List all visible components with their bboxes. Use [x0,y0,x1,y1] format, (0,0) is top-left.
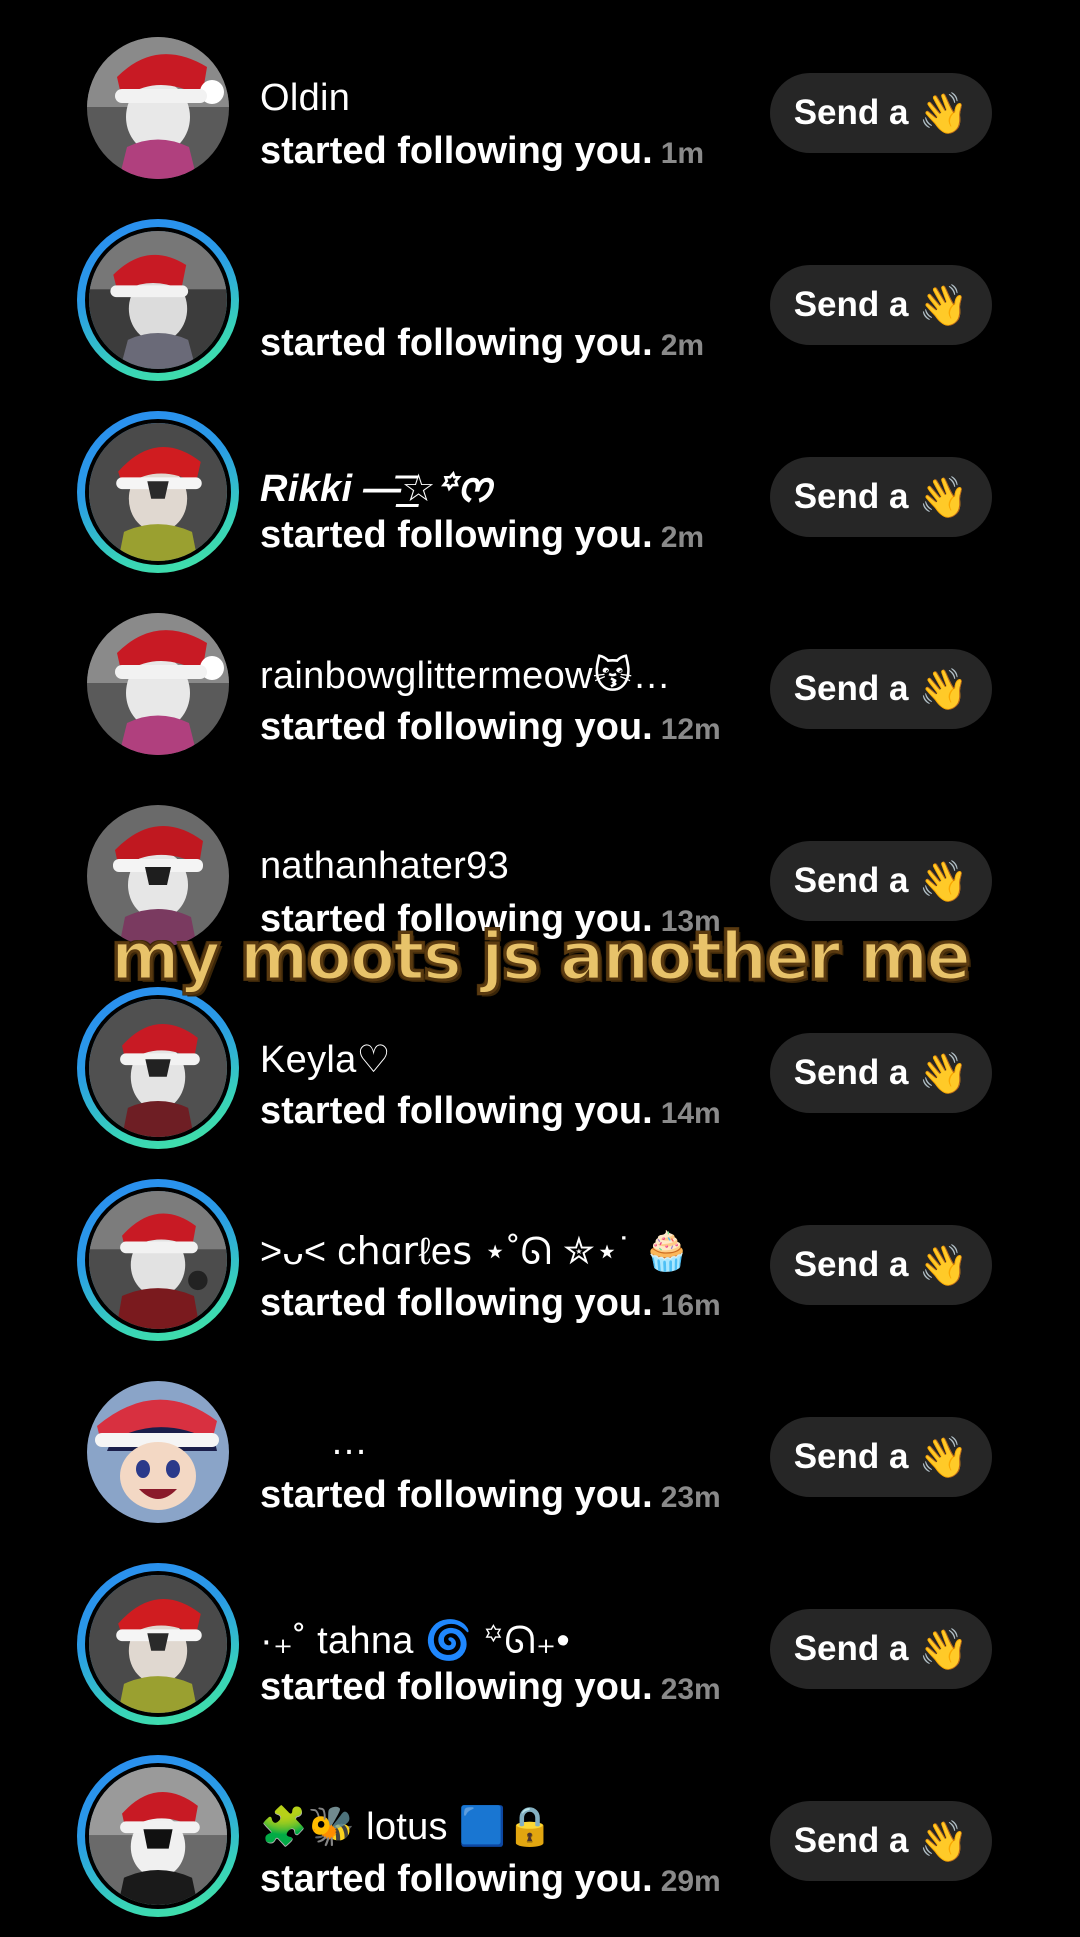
send-wave-button[interactable]: Send a 👋 [770,265,992,345]
username[interactable]: Rikki —͟͞͞☆꙳ᰔ [260,461,493,519]
username[interactable]: nathanhater93 [260,845,509,888]
waving-hand-icon: 👋 [918,90,969,137]
avatar[interactable] [87,613,229,755]
follow-action-text: started following you. 23m [260,1666,721,1708]
notification-row[interactable]: started following you. 2m Send a 👋 [0,209,1080,401]
username[interactable]: rainbowglittermeow😽… [260,653,671,698]
avatar-story-ring[interactable] [77,1179,239,1341]
avatar-story-ring[interactable] [77,219,239,381]
profile-picture[interactable] [85,227,231,373]
avatar[interactable] [87,37,229,179]
timestamp: 2m [660,521,705,554]
send-wave-button[interactable]: Send a 👋 [770,841,992,921]
profile-picture[interactable] [87,1381,229,1523]
send-wave-button[interactable]: Send a 👋 [770,1609,992,1689]
waving-hand-icon: 👋 [918,1050,969,1097]
notification-row[interactable]: … started following you. 23m Send a 👋 [0,1361,1080,1553]
timestamp: 16m [660,1289,721,1322]
profile-picture[interactable] [85,1571,231,1717]
waving-hand-icon: 👋 [918,1434,969,1481]
notification-row[interactable]: 🧩🐝 lotus 🟦🔒 started following you. 29m Se… [0,1745,1080,1937]
profile-picture[interactable] [85,419,231,565]
username[interactable]: Oldin [260,77,350,120]
notification-row[interactable]: Keyla♡ started following you. 14m Send a 👋 [0,977,1080,1169]
profile-picture[interactable] [85,1187,231,1333]
waving-hand-icon: 👋 [918,282,969,329]
username[interactable]: … [330,1421,368,1464]
timestamp: 12m [660,713,721,746]
waving-hand-icon: 👋 [918,1818,969,1865]
notification-row[interactable]: rainbowglittermeow😽… started following y… [0,593,1080,785]
avatar-story-ring[interactable] [77,987,239,1149]
waving-hand-icon: 👋 [918,858,969,905]
waving-hand-icon: 👋 [918,1242,969,1289]
notification-row[interactable]: >ᴗ< cհɑ𝗋ℓеꜱ ⋆˚ᘏ ✮⋆˙ 🧁 started following … [0,1169,1080,1361]
follow-action-text: started following you. 23m [260,1474,721,1516]
send-wave-button[interactable]: Send a 👋 [770,649,992,729]
profile-picture[interactable] [85,1763,231,1909]
send-wave-button[interactable]: Send a 👋 [770,1417,992,1497]
waving-hand-icon: 👋 [918,666,969,713]
waving-hand-icon: 👋 [918,474,969,521]
username[interactable]: 🧩🐝 lotus 🟦🔒 [260,1805,554,1849]
notification-row[interactable]: Rikki —͟͞͞☆꙳ᰔ started following you. 2m S… [0,401,1080,593]
avatar-story-ring[interactable] [77,1755,239,1917]
avatar[interactable] [87,1381,229,1523]
timestamp: 2m [660,329,705,362]
send-wave-button[interactable]: Send a 👋 [770,1225,992,1305]
notification-row[interactable]: Oldin started following you. 1m Send a 👋 [0,17,1080,209]
send-wave-button[interactable]: Send a 👋 [770,1801,992,1881]
avatar-story-ring[interactable] [77,411,239,573]
video-caption-overlay: my moots js another me [109,917,972,997]
waving-hand-icon: 👋 [918,1626,969,1673]
follow-action-text: started following you. 14m [260,1090,721,1132]
follow-action-text: started following you. 16m [260,1282,721,1324]
avatar-story-ring[interactable] [77,1563,239,1725]
username[interactable]: >ᴗ< cհɑ𝗋ℓеꜱ ⋆˚ᘏ ✮⋆˙ 🧁 [260,1229,691,1274]
follow-action-text: started following you. 2m [260,322,705,364]
notification-row[interactable]: ·₊˚ tahna 🌀 ꙳ᘏ₊• started following you. 2… [0,1553,1080,1745]
send-wave-button[interactable]: Send a 👋 [770,1033,992,1113]
username[interactable]: ·₊˚ tahna 🌀 ꙳ᘏ₊• [260,1613,570,1665]
timestamp: 23m [660,1481,721,1514]
profile-picture[interactable] [87,613,229,755]
follow-action-text: started following you. 29m [260,1858,721,1900]
timestamp: 1m [660,137,705,170]
profile-picture[interactable] [87,37,229,179]
timestamp: 14m [660,1097,721,1130]
send-wave-button[interactable]: Send a 👋 [770,73,992,153]
follow-action-text: started following you. 2m [260,514,705,556]
profile-picture[interactable] [85,995,231,1141]
follow-action-text: started following you. 1m [260,130,705,172]
timestamp: 23m [660,1673,721,1706]
follow-action-text: started following you. 12m [260,706,721,748]
timestamp: 29m [660,1865,721,1898]
send-wave-button[interactable]: Send a 👋 [770,457,992,537]
username[interactable]: Keyla♡ [260,1037,391,1082]
